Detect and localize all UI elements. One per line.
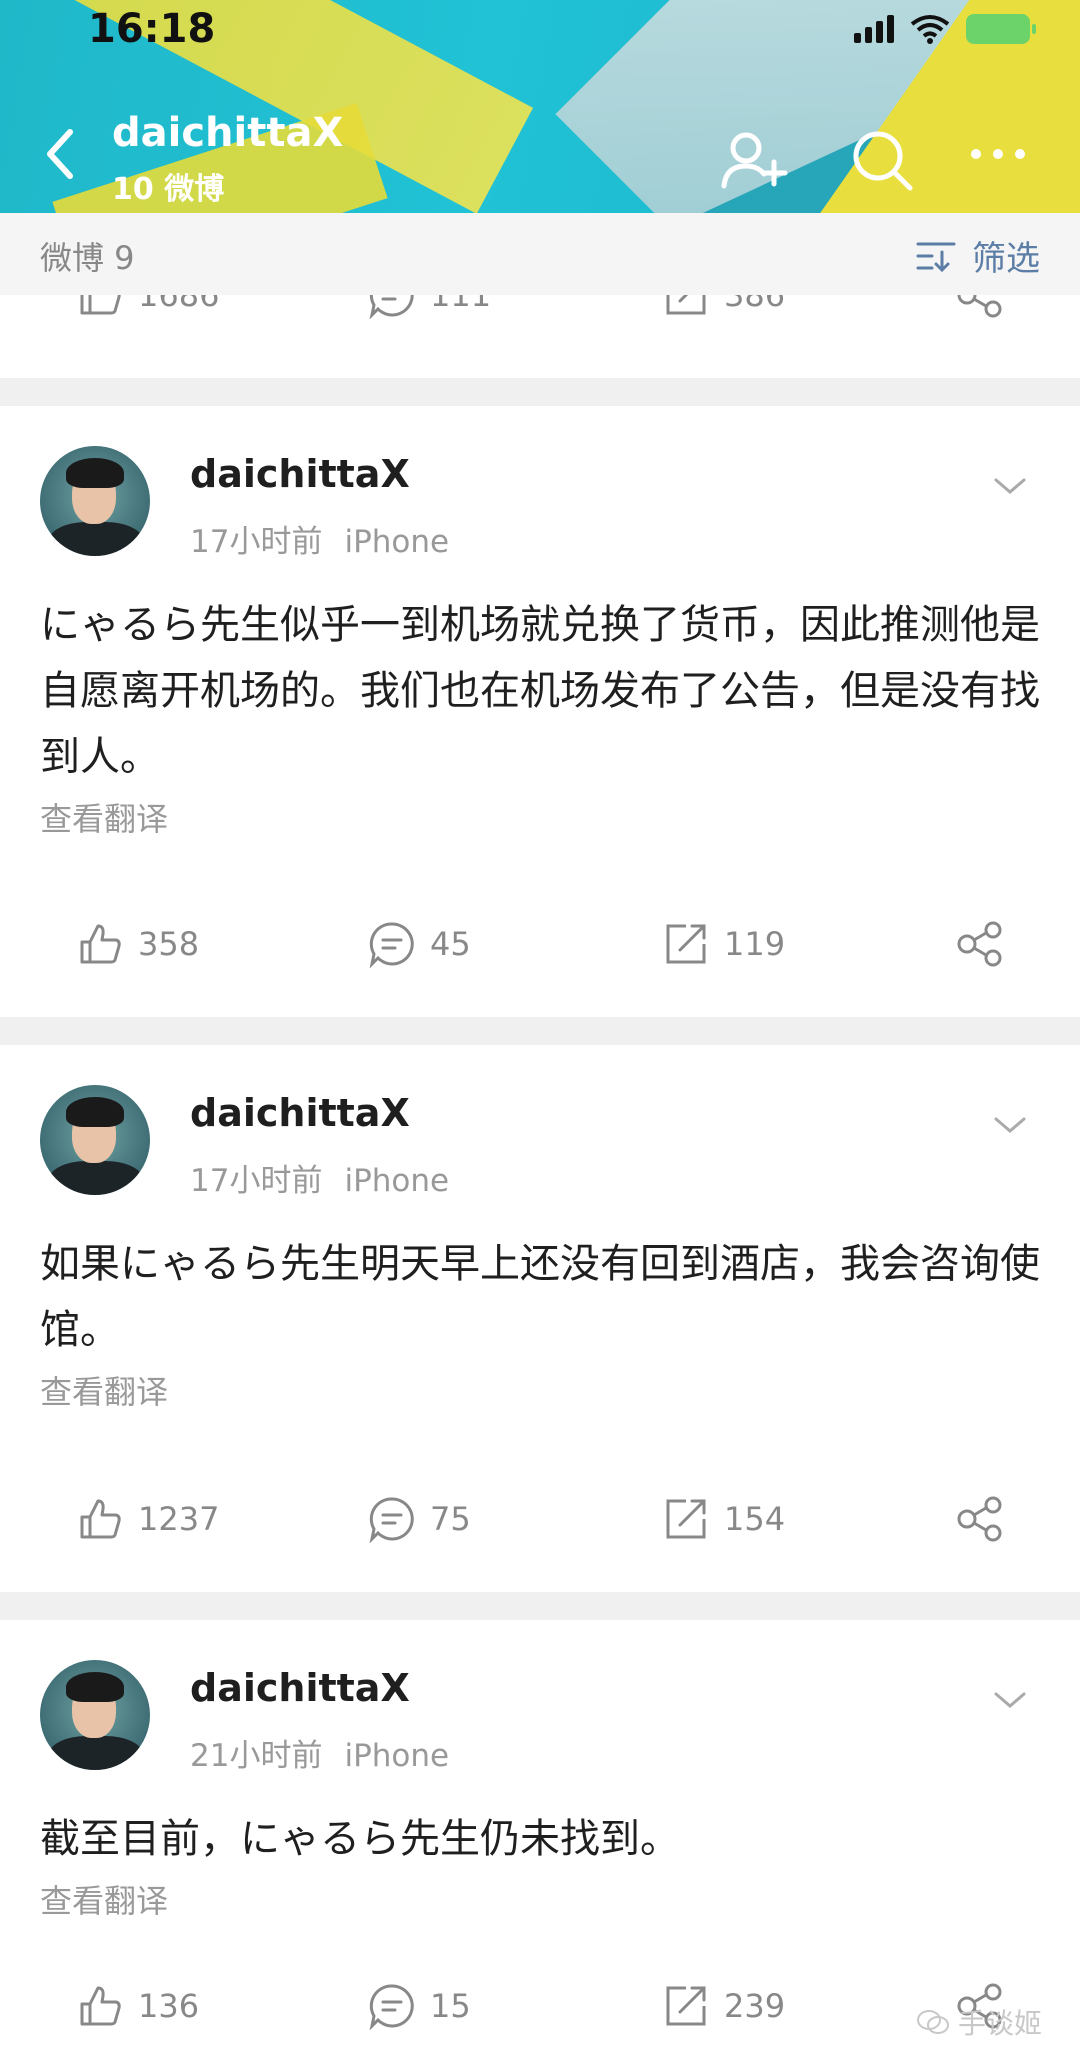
post-time: 17小时前: [190, 1163, 323, 1199]
comment-count: 45: [430, 925, 471, 963]
thumbs-up-icon: [80, 1986, 121, 2026]
like-button[interactable]: 1686: [76, 295, 219, 319]
chevron-down-icon[interactable]: [992, 1688, 1028, 1712]
post-content: 如果にゃるら先生明天早上还没有回到酒店，我会咨询使馆。: [40, 1241, 1040, 1353]
page-title: daichittaX: [112, 110, 344, 156]
repost-count: 386: [724, 295, 786, 314]
post-meta: 17小时前 iPhone: [190, 516, 449, 561]
filter-bar: 微博 9 筛选: [0, 213, 1080, 295]
post-separator: [0, 1592, 1080, 1620]
view-translation-link[interactable]: 查看翻译: [40, 1367, 168, 1413]
repost-count: 154: [724, 1500, 786, 1538]
follow-user-icon[interactable]: [718, 124, 790, 196]
status-icons: [854, 14, 1036, 44]
post-meta: 21小时前 iPhone: [190, 1730, 449, 1775]
thumbs-up-icon: [80, 924, 121, 964]
comment-icon: [369, 922, 414, 968]
share-button[interactable]: [955, 295, 1005, 319]
status-time: 16:18: [88, 6, 216, 52]
view-translation-link[interactable]: 查看翻译: [40, 1876, 168, 1922]
repost-button[interactable]: 154: [662, 1495, 785, 1543]
comment-icon: [369, 295, 414, 319]
post-meta: 17小时前 iPhone: [190, 1155, 449, 1200]
avatar[interactable]: [40, 1660, 150, 1770]
chevron-down-icon[interactable]: [992, 474, 1028, 498]
like-count: 1237: [138, 1500, 220, 1538]
post-actions: 1237 75 154: [0, 1495, 1080, 1575]
post-username[interactable]: daichittaX: [190, 452, 410, 496]
back-arrow-icon[interactable]: [40, 124, 80, 184]
search-icon[interactable]: [846, 124, 918, 196]
post-source: iPhone: [344, 1738, 450, 1774]
post-actions: 358 45 119: [0, 920, 1080, 1000]
repost-button[interactable]: 386: [662, 295, 785, 319]
comment-button[interactable]: 111: [368, 295, 491, 319]
post-time: 17小时前: [190, 524, 323, 560]
like-button[interactable]: 358: [76, 920, 199, 968]
like-button[interactable]: 136: [76, 1982, 199, 2030]
weibo-post: daichittaX 17小时前 iPhone にゃるら先生似乎一到机场就兑换了货…: [0, 406, 1080, 1014]
post-source: iPhone: [344, 1163, 450, 1199]
repost-icon: [666, 924, 706, 964]
comment-icon: [369, 1497, 414, 1543]
post-separator: [0, 378, 1080, 406]
more-options-icon[interactable]: [962, 124, 1034, 196]
share-icon: [957, 921, 1002, 967]
like-button[interactable]: 1237: [76, 1495, 219, 1543]
share-button[interactable]: [955, 1495, 1005, 1543]
repost-count: 239: [724, 1987, 786, 2025]
weibo-count: 微博 9: [40, 239, 135, 277]
filter-label: 筛选: [972, 239, 1040, 279]
like-count: 358: [138, 925, 200, 963]
avatar[interactable]: [40, 446, 150, 556]
like-count: 136: [138, 1987, 200, 2025]
thumbs-up-icon: [80, 1499, 121, 1539]
post-username[interactable]: daichittaX: [190, 1666, 410, 1710]
comment-count: 111: [430, 295, 492, 314]
post-actions: 1686 111 386: [0, 295, 1080, 351]
repost-icon: [666, 1499, 706, 1539]
battery-icon: [966, 14, 1036, 44]
post-count-subtitle: 10 微博: [112, 172, 225, 207]
repost-icon: [666, 295, 706, 315]
wifi-icon: [910, 15, 950, 44]
post-source: iPhone: [344, 524, 450, 560]
avatar[interactable]: [40, 1085, 150, 1195]
repost-button[interactable]: 239: [662, 1982, 785, 2030]
filter-button[interactable]: 筛选: [914, 231, 1040, 280]
comment-count: 75: [430, 1500, 471, 1538]
share-icon: [957, 295, 1002, 318]
repost-icon: [666, 1986, 706, 2026]
partial-post: 1686 111 386: [0, 295, 1080, 375]
like-count: 1686: [138, 295, 220, 314]
post-content: 截至目前，にゃるら先生仍未找到。: [40, 1816, 680, 1862]
watermark-text: 手谈姬: [957, 2007, 1042, 2040]
weibo-post: daichittaX 17小时前 iPhone 如果にゃるら先生明天早上还没有回到…: [0, 1045, 1080, 1591]
repost-count: 119: [724, 925, 786, 963]
repost-button[interactable]: 119: [662, 920, 785, 968]
comment-button[interactable]: 15: [368, 1982, 471, 2030]
chevron-down-icon[interactable]: [992, 1113, 1028, 1137]
share-icon: [957, 1496, 1002, 1542]
wechat-icon: [916, 2010, 949, 2034]
comment-icon: [369, 1984, 414, 2030]
profile-header: 16:18 daichittaX 10 微博: [0, 0, 1080, 213]
filter-icon: [916, 242, 956, 272]
post-username[interactable]: daichittaX: [190, 1091, 410, 1135]
thumbs-up-icon: [80, 295, 121, 315]
watermark: 手谈姬: [916, 2002, 1042, 2042]
post-content: にゃるら先生似乎一到机场就兑换了货币，因此推测他是自愿离开机场的。我们也在机场发…: [40, 602, 1040, 780]
post-separator: [0, 1017, 1080, 1045]
comment-count: 15: [430, 1987, 471, 2025]
view-translation-link[interactable]: 查看翻译: [40, 794, 168, 840]
signal-icon: [854, 15, 894, 43]
comment-button[interactable]: 45: [368, 920, 471, 968]
comment-button[interactable]: 75: [368, 1495, 471, 1543]
post-time: 21小时前: [190, 1738, 323, 1774]
share-button[interactable]: [955, 920, 1005, 968]
